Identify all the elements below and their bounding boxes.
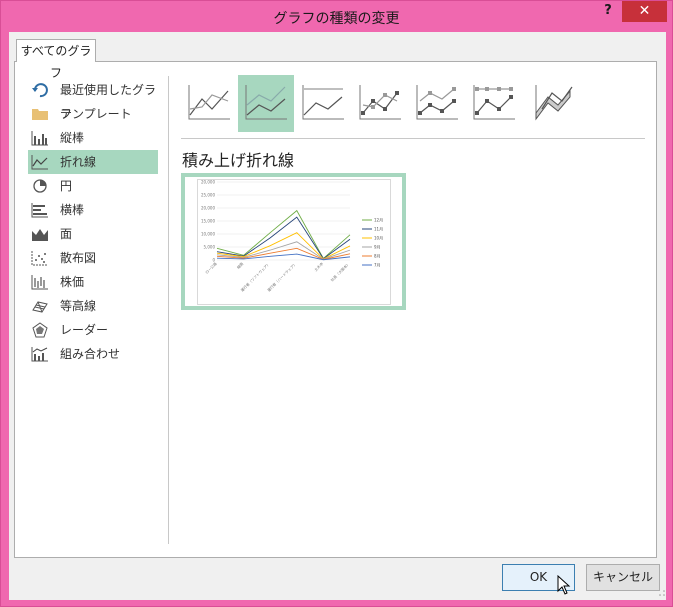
help-button[interactable]: ?: [597, 3, 619, 23]
y-tick-label: 25,000: [201, 193, 215, 198]
sidebar-item-label: テンプレート: [60, 107, 132, 121]
sidebar-item-scatter[interactable]: 散布図: [28, 246, 158, 270]
scatter-chart-icon: [31, 250, 49, 266]
y-tick-label: 20,000: [201, 180, 215, 185]
chart-type-panel: 最近使用したグラフ テンプレート 縦棒 折れ線 円 横棒 面 散布図 株価 等高…: [14, 61, 657, 558]
resize-grip-icon[interactable]: [658, 589, 666, 597]
legend-label: 10月: [374, 236, 383, 241]
chart-type-title: 積み上げ折れ線: [182, 151, 295, 170]
dialog-body: すべてのグラフ 最近使用したグラフ テンプレート 縦棒 折れ線 円 横棒 面 散…: [9, 32, 666, 600]
x-tick-label: 土木本: [313, 261, 324, 272]
legend-label: 8月: [374, 254, 381, 259]
chart-subtype-row: [181, 75, 651, 133]
line-with-markers-icon: [359, 85, 401, 120]
y-tick-label: 10,000: [201, 232, 215, 237]
sidebar-item-recent[interactable]: 最近使用したグラフ: [28, 78, 158, 121]
subtype-percent-stacked-line-markers[interactable]: [466, 75, 522, 132]
stacked-line-icon: [245, 85, 287, 120]
x-tick-label: 社員（大阪本）: [329, 261, 350, 282]
recent-icon: [31, 82, 49, 98]
sidebar-item-area[interactable]: 面: [28, 222, 158, 246]
cancel-button[interactable]: キャンセル: [586, 564, 660, 591]
sidebar-item-line[interactable]: 折れ線: [28, 150, 158, 174]
close-icon: ✕: [638, 3, 651, 19]
dialog-title: グラフの種類の変更: [273, 11, 400, 27]
legend-label: 9月: [374, 245, 381, 250]
sidebar-item-radar[interactable]: レーダー: [28, 318, 158, 342]
sidebar-item-label: レーダー: [60, 323, 109, 337]
subtype-3d-line[interactable]: [523, 75, 579, 132]
sidebar-item-combo[interactable]: 組み合わせ: [28, 342, 158, 366]
surface-chart-icon: [31, 298, 49, 314]
sidebar-item-label: 折れ線: [60, 155, 97, 169]
panel-divider: [168, 76, 169, 544]
radar-chart-icon: [31, 322, 49, 338]
close-button[interactable]: ✕: [622, 1, 667, 22]
sidebar-item-bar[interactable]: 横棒: [28, 198, 158, 222]
chart-preview[interactable]: 20,000 25,000 20,000 15,000 10,000 5,000 0 ロー公路…: [181, 173, 406, 310]
combo-chart-icon: [31, 346, 49, 362]
sidebar-item-surface[interactable]: 等高線: [28, 294, 158, 318]
y-tick-label: 15,000: [201, 219, 215, 224]
sidebar-item-label: 横棒: [60, 203, 85, 217]
subtype-line-markers[interactable]: [352, 75, 408, 132]
y-tick-label: 5,000: [204, 245, 216, 250]
x-tick-label: ロー公路: [204, 261, 218, 275]
folder-icon: [31, 106, 49, 122]
sidebar-item-label: 等高線: [60, 299, 97, 313]
x-tick-label: 運行者（ソフトウェア）: [239, 261, 270, 292]
percent-stacked-line-with-markers-icon: [473, 85, 515, 120]
area-chart-icon: [31, 226, 49, 242]
stacked-line-with-markers-icon: [416, 85, 458, 120]
mouse-cursor-icon: [557, 575, 571, 595]
tab-all-charts[interactable]: すべてのグラフ: [16, 39, 96, 80]
preview-chart-svg: 20,00025,00020,00015,00010,0005,0000ロー公路…: [201, 180, 383, 293]
stock-chart-icon: [31, 274, 49, 290]
sidebar-item-label: 組み合わせ: [60, 347, 121, 361]
sidebar-item-pie[interactable]: 円: [28, 174, 158, 198]
subtype-divider: [181, 138, 645, 139]
legend-label: 12月: [374, 218, 383, 223]
title-bar[interactable]: グラフの種類の変更 ? ✕: [1, 1, 672, 32]
line-chart-icon: [31, 154, 49, 170]
dialog-window: グラフの種類の変更 ? ✕ すべてのグラフ 最近使用したグラフ テンプレート 縦…: [0, 0, 673, 607]
sidebar-item-label: 株価: [60, 275, 85, 289]
series-line: [216, 209, 351, 260]
x-tick-label: 縮路: [236, 261, 245, 270]
sidebar-item-label: 縦棒: [60, 131, 85, 145]
pie-chart-icon: [31, 178, 49, 194]
bar-chart-icon: [31, 202, 49, 218]
subtype-percent-stacked-line[interactable]: [295, 75, 351, 132]
percent-stacked-line-icon: [302, 85, 344, 120]
chart-category-list: 最近使用したグラフ テンプレート 縦棒 折れ線 円 横棒 面 散布図 株価 等高…: [28, 78, 158, 366]
sidebar-item-label: 円: [60, 179, 73, 193]
subtype-stacked-line-markers[interactable]: [409, 75, 465, 132]
x-tick-label: 運行者（ハードウェア）: [266, 261, 297, 292]
sidebar-item-templates[interactable]: テンプレート: [28, 102, 158, 126]
legend-label: 7月: [374, 263, 381, 268]
subtype-stacked-line[interactable]: [238, 75, 294, 132]
sidebar-item-label: 散布図: [60, 251, 97, 265]
sidebar-item-column[interactable]: 縦棒: [28, 126, 158, 150]
legend-label: 11月: [374, 227, 383, 232]
subtype-line[interactable]: [181, 75, 237, 132]
y-tick-label: 20,000: [201, 206, 215, 211]
sidebar-item-label: 面: [60, 227, 73, 241]
sidebar-item-stock[interactable]: 株価: [28, 270, 158, 294]
column-chart-icon: [31, 130, 49, 146]
3d-line-icon: [535, 85, 573, 121]
line-icon: [188, 85, 230, 120]
